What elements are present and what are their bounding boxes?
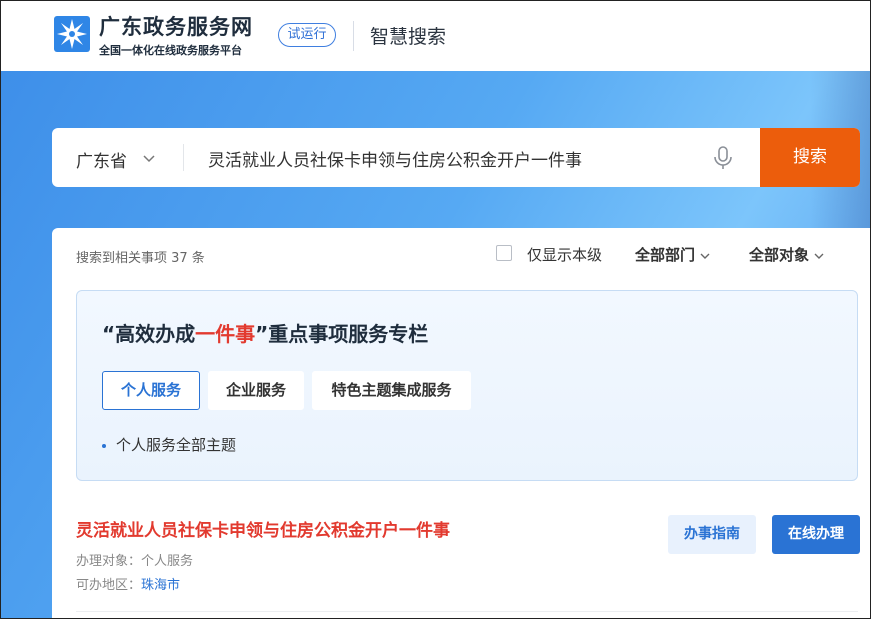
region-value[interactable]: 珠海市 bbox=[141, 578, 180, 593]
search-bar: 广东省 搜索 bbox=[52, 128, 860, 187]
page-frame: 广东政务服务网 全国一体化在线政务服务平台 试运行 智慧搜索 广东省 搜索 搜索… bbox=[0, 0, 871, 619]
department-filter[interactable]: 全部部门 bbox=[635, 244, 711, 265]
site-header: 广东政务服务网 全国一体化在线政务服务平台 试运行 智慧搜索 bbox=[1, 1, 870, 71]
guide-button[interactable]: 办事指南 bbox=[668, 515, 756, 554]
all-topics-link[interactable]: 个人服务全部主题 bbox=[102, 434, 236, 455]
target-filter-label: 全部对象 bbox=[749, 246, 810, 264]
item-separator bbox=[76, 611, 858, 612]
feature-title-suffix: ”重点事项服务专栏 bbox=[255, 322, 429, 346]
trial-badge: 试运行 bbox=[278, 23, 336, 47]
feature-title-highlight: 一件事 bbox=[195, 322, 256, 346]
tab-personal-service[interactable]: 个人服务 bbox=[102, 371, 200, 410]
feature-title: “高效办成一件事”重点事项服务专栏 bbox=[102, 318, 428, 347]
site-title[interactable]: 广东政务服务网 bbox=[99, 11, 253, 41]
region-label: 可办地区： bbox=[76, 578, 142, 593]
tab-enterprise-service[interactable]: 企业服务 bbox=[208, 371, 304, 410]
site-subtitle: 全国一体化在线政务服务平台 bbox=[99, 44, 242, 57]
target-filter[interactable]: 全部对象 bbox=[749, 244, 825, 265]
result-item-target: 办理对象：个人服务 bbox=[76, 550, 193, 569]
target-label: 办理对象： bbox=[76, 554, 142, 569]
chevron-down-icon bbox=[700, 253, 710, 259]
chevron-down-icon bbox=[814, 253, 824, 259]
microphone-icon[interactable] bbox=[712, 145, 734, 171]
province-select[interactable]: 广东省 bbox=[76, 147, 127, 172]
online-apply-button[interactable]: 在线办理 bbox=[772, 515, 860, 554]
only-this-level-checkbox[interactable] bbox=[496, 245, 512, 261]
result-item-title[interactable]: 灵活就业人员社保卡申领与住房公积金开户一件事 bbox=[76, 516, 450, 541]
header-divider bbox=[353, 21, 354, 51]
department-filter-label: 全部部门 bbox=[635, 246, 696, 264]
results-panel: 搜索到相关事项 37 条 仅显示本级 全部部门 全部对象 “高效办成一件事”重点… bbox=[52, 228, 870, 618]
chevron-down-icon[interactable] bbox=[142, 151, 156, 165]
target-value: 个人服务 bbox=[141, 554, 194, 569]
result-item-region: 可办地区：珠海市 bbox=[76, 574, 180, 593]
only-this-level-label[interactable]: 仅显示本级 bbox=[527, 244, 602, 265]
all-topics-link-label: 个人服务全部主题 bbox=[116, 436, 237, 454]
bullet-dot-icon bbox=[102, 443, 106, 448]
section-title: 智慧搜索 bbox=[370, 26, 447, 48]
feature-title-prefix: “高效办成 bbox=[102, 322, 196, 346]
search-input[interactable] bbox=[198, 142, 738, 174]
site-logo-icon[interactable] bbox=[53, 15, 91, 53]
search-divider bbox=[183, 144, 184, 171]
tab-featured-theme-service[interactable]: 特色主题集成服务 bbox=[312, 371, 471, 410]
feature-column: “高效办成一件事”重点事项服务专栏 个人服务 企业服务 特色主题集成服务 个人服… bbox=[76, 290, 858, 481]
result-count: 搜索到相关事项 37 条 bbox=[76, 251, 205, 266]
search-button[interactable]: 搜索 bbox=[760, 128, 860, 187]
